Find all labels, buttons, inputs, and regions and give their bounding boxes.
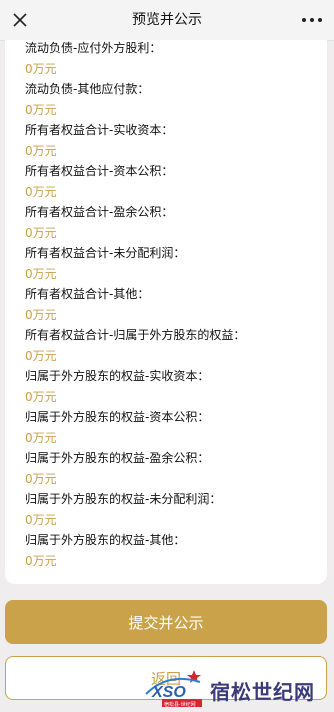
watermark-logo-subtext: 宿松县·世纪网	[164, 701, 196, 708]
field-item: 归属于外方股东的权益-盈余公积： 0万元	[25, 448, 209, 489]
watermark-logo: XSO 宿松县·世纪网	[145, 670, 202, 708]
field-item: 流动负债-其他应付款： 0万元	[25, 79, 149, 120]
field-value: 0万元	[25, 226, 57, 240]
submit-publish-button[interactable]: 提交并公示	[5, 600, 327, 644]
field-value: 0万元	[25, 431, 57, 445]
field-label: 归属于外方股东的权益-实收资本：	[25, 369, 210, 383]
field-label: 所有者权益合计-归属于外方股东的权益：	[25, 328, 246, 342]
more-button[interactable]	[298, 8, 326, 32]
watermark-text: 宿松世纪网	[210, 680, 315, 704]
field-label: 归属于外方股东的权益-资本公积：	[25, 410, 210, 424]
field-value: 0万元	[25, 267, 57, 281]
field-item: 所有者权益合计-盈余公积： 0万元	[25, 202, 173, 243]
field-value: 0万元	[25, 144, 57, 158]
watermark-logo-text: XSO	[151, 684, 186, 701]
field-label: 所有者权益合计-其他：	[25, 287, 150, 301]
field-item: 所有者权益合计-未分配利润： 0万元	[25, 243, 185, 284]
top-bar: 预览并公示	[0, 0, 334, 41]
field-item: 所有者权益合计-实收资本： 0万元	[25, 120, 173, 161]
page-title: 预览并公示	[132, 12, 202, 28]
field-label: 所有者权益合计-未分配利润：	[25, 246, 186, 260]
field-value: 0万元	[25, 513, 57, 527]
field-value: 0万元	[25, 103, 57, 117]
field-label: 归属于外方股东的权益-其他：	[25, 533, 186, 547]
more-dots-icon	[302, 18, 306, 22]
field-label: 流动负债-应付外方股利：	[25, 41, 162, 55]
field-label: 所有者权益合计-盈余公积：	[25, 205, 174, 219]
field-item: 所有者权益合计-归属于外方股东的权益： 0万元	[25, 325, 245, 366]
field-value: 0万元	[25, 472, 57, 486]
more-dot	[310, 18, 314, 22]
form-card: 流动负债-应付外方股利： 0万元 流动负债-其他应付款： 0万元 所有者权益合计…	[5, 40, 327, 584]
field-label: 流动负债-其他应付款：	[25, 82, 150, 96]
more-dot	[318, 18, 322, 22]
field-item: 所有者权益合计-资本公积： 0万元	[25, 161, 173, 202]
field-item: 归属于外方股东的权益-其他： 0万元	[25, 530, 185, 571]
field-value: 0万元	[25, 185, 57, 199]
field-item: 所有者权益合计-其他： 0万元	[25, 284, 149, 325]
field-label: 所有者权益合计-资本公积：	[25, 164, 174, 178]
field-label: 归属于外方股东的权益-盈余公积：	[25, 451, 210, 465]
field-value: 0万元	[25, 554, 57, 568]
field-item: 流动负债-应付外方股利： 0万元	[25, 40, 161, 79]
field-item: 归属于外方股东的权益-未分配利润： 0万元	[25, 489, 221, 530]
field-label: 归属于外方股东的权益-未分配利润：	[25, 492, 222, 506]
field-value: 0万元	[25, 62, 57, 76]
field-item: 归属于外方股东的权益-资本公积： 0万元	[25, 407, 209, 448]
field-value: 0万元	[25, 308, 57, 322]
field-value: 0万元	[25, 390, 57, 404]
field-label: 所有者权益合计-实收资本：	[25, 123, 174, 137]
field-item: 归属于外方股东的权益-实收资本： 0万元	[25, 366, 209, 407]
field-value: 0万元	[25, 349, 57, 363]
